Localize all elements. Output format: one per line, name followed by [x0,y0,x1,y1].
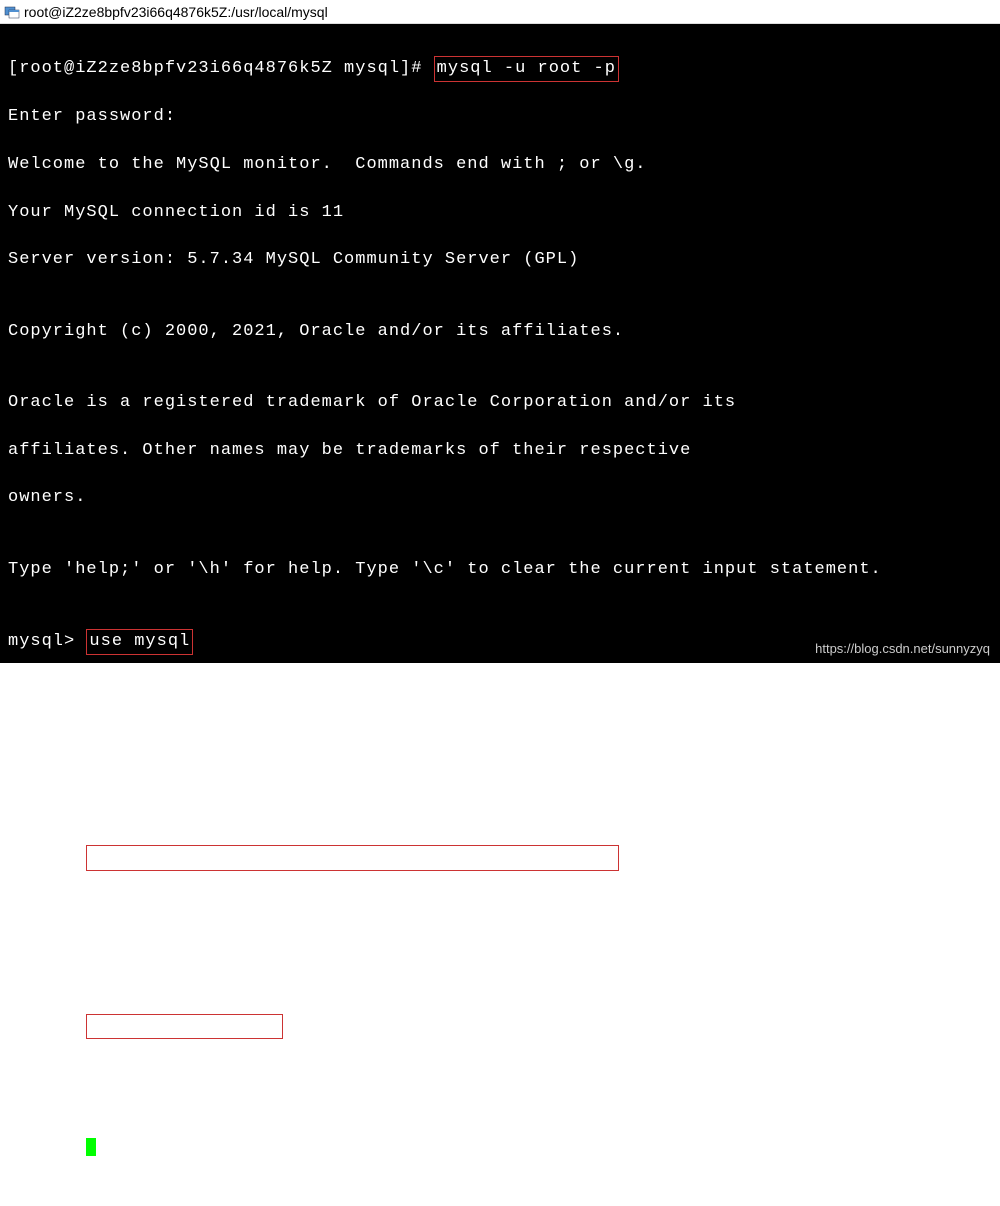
terminal-line: Database changed [8,798,992,822]
terminal-line: mysql> update user set host = '%' where … [8,845,992,871]
terminal-line: owners. [8,486,992,510]
terminal-line: Type 'help;' or '\h' for help. Type '\c'… [8,558,992,582]
terminal-area[interactable]: [root@iZ2ze8bpfv23i66q4876k5Z mysql]# my… [0,24,1000,663]
window-title-bar: root@iZ2ze8bpfv23i66q4876k5Z:/usr/local/… [0,0,1000,24]
window-title: root@iZ2ze8bpfv23i66q4876k5Z:/usr/local/… [24,4,328,20]
terminal-line: affiliates. Other names may be trademark… [8,439,992,463]
terminal-line: Server version: 5.7.34 MySQL Community S… [8,248,992,272]
terminal-line: Reading table information for completion… [8,679,992,703]
terminal-line: Rows matched: 1 Changed: 1 Warnings: 0 [8,942,992,966]
watermark: https://blog.csdn.net/sunnyzyq [815,640,990,658]
terminal-line: mysql> [8,1135,992,1159]
highlighted-command-2: use mysql [86,629,193,655]
terminal-line: Oracle is a registered trademark of Orac… [8,391,992,415]
app-icon [4,4,20,20]
cursor [86,1138,96,1156]
terminal-line: [root@iZ2ze8bpfv23i66q4876k5Z mysql]# my… [8,56,992,82]
terminal-line: Welcome to the MySQL monitor. Commands e… [8,153,992,177]
terminal-line: You can turn off this feature to get a q… [8,726,992,750]
terminal-line: Enter password: [8,105,992,129]
terminal-line: mysql> FLUSH PRIVILEGES; [8,1014,992,1040]
terminal-line: Your MySQL connection id is 11 [8,201,992,225]
terminal-line: Query OK, 0 rows affected (0.00 sec) [8,1063,992,1087]
terminal-line: Copyright (c) 2000, 2021, Oracle and/or … [8,320,992,344]
highlighted-command-4: FLUSH PRIVILEGES; [86,1014,282,1040]
highlighted-command-3: update user set host = '%' where user = … [86,845,618,871]
terminal-line: Query OK, 1 row affected (0.00 sec) [8,895,992,919]
highlighted-command-1: mysql -u root -p [434,56,619,82]
